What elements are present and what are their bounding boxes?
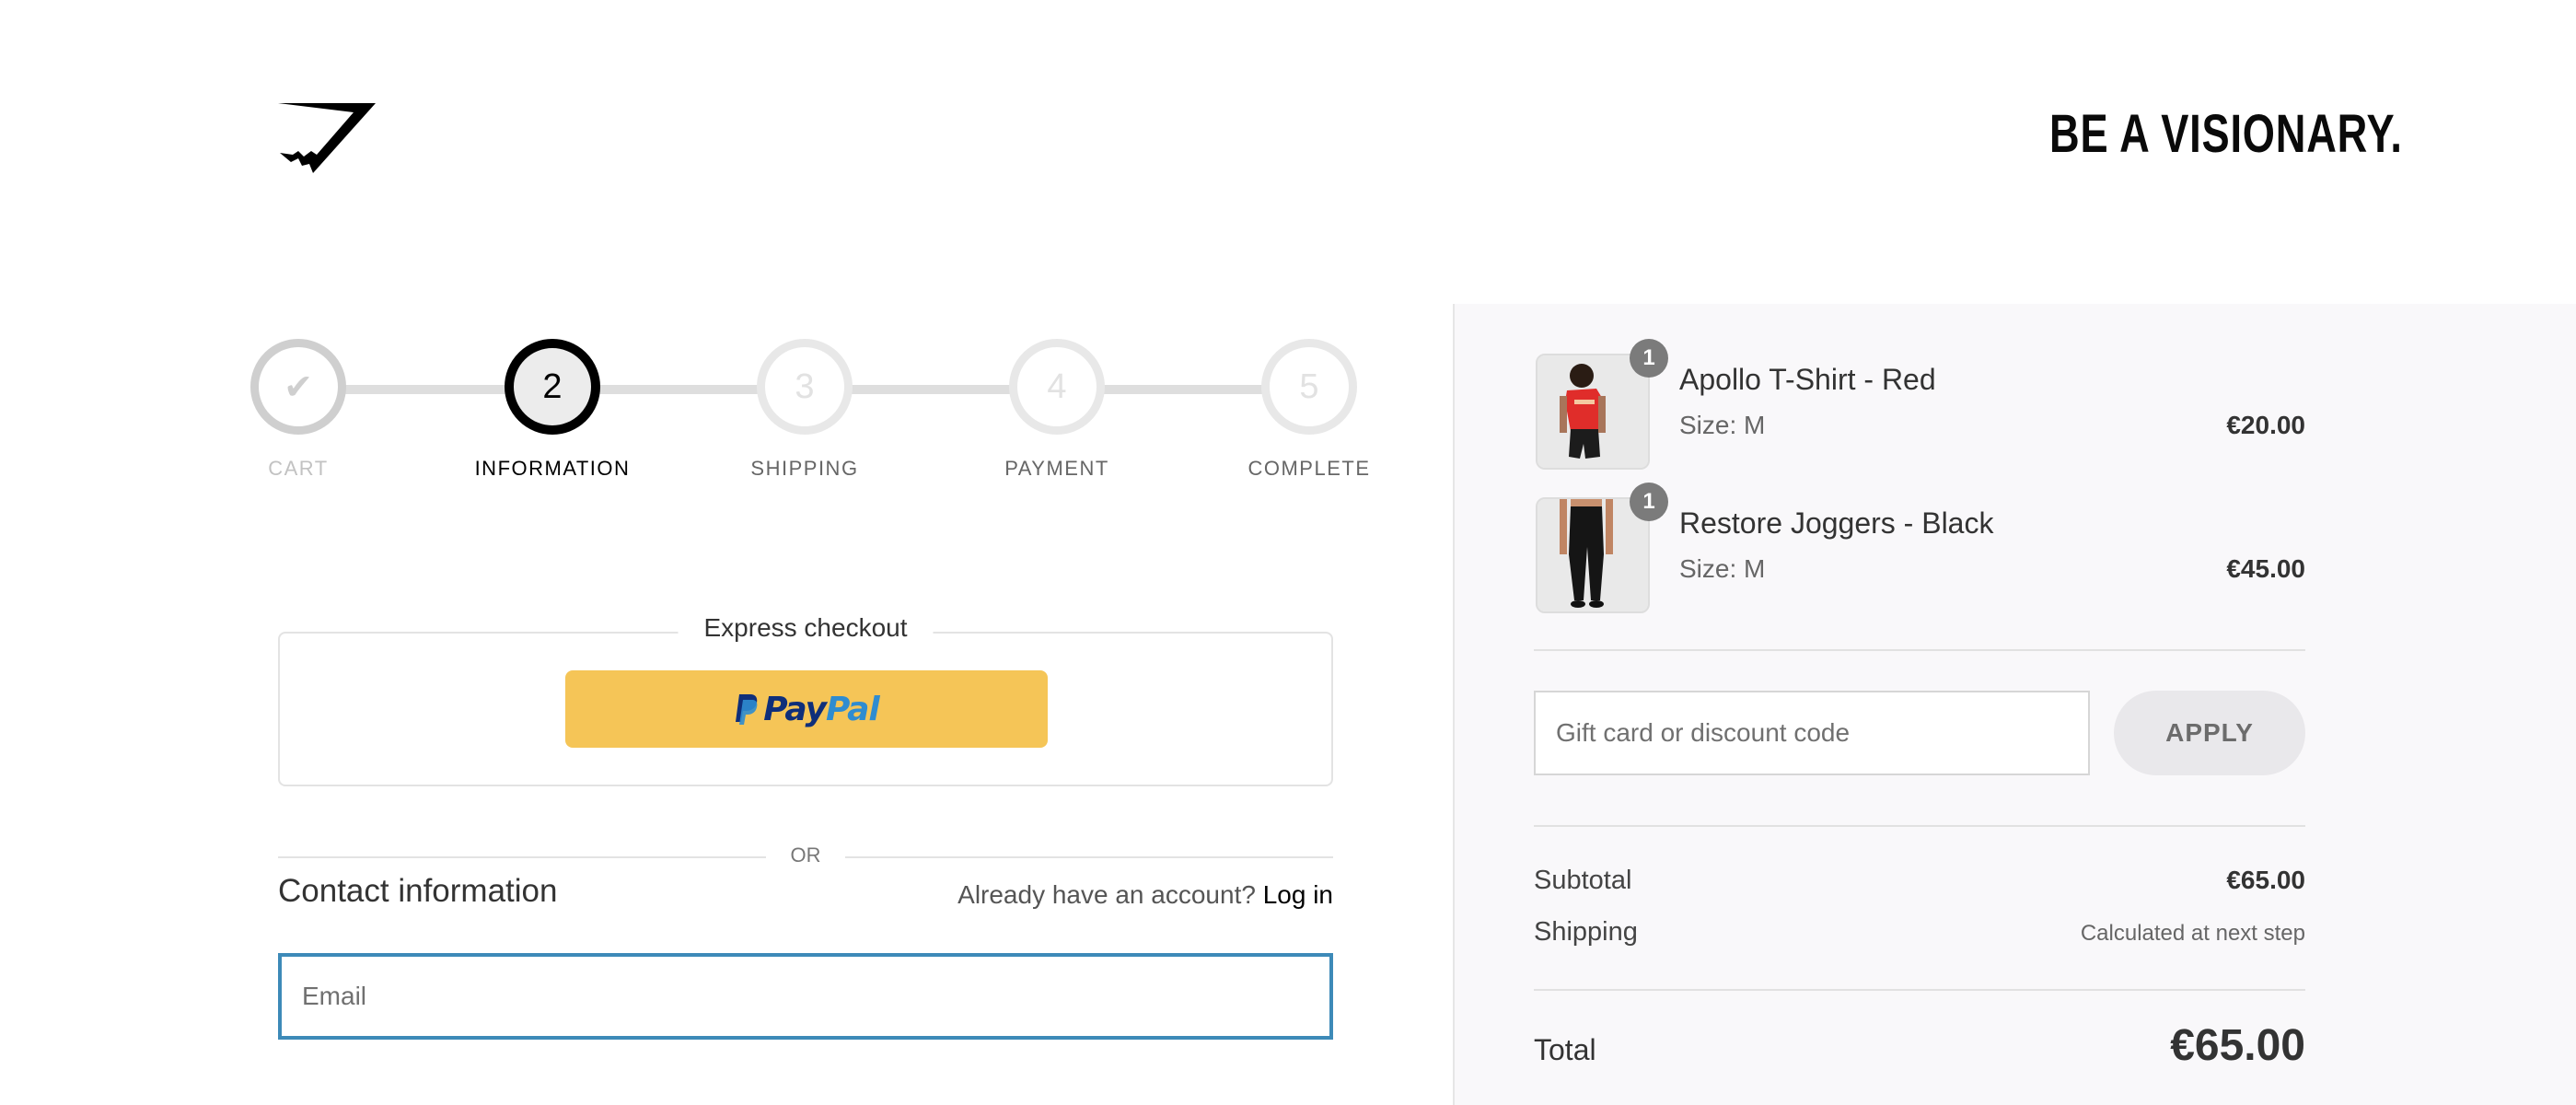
- item-price: €20.00: [2226, 411, 2305, 439]
- contact-information-heading: Contact information: [278, 873, 558, 909]
- apply-discount-button[interactable]: APPLY: [2114, 691, 2305, 775]
- step-label: SHIPPING: [750, 457, 859, 480]
- product-image-tshirt: [1536, 354, 1650, 470]
- cart-item: 1 Apollo T-Shirt - Red Size: M €20.00: [1536, 339, 2305, 471]
- login-prompt-text: Already have an account?: [957, 880, 1256, 909]
- step-payment: 4 PAYMENT: [965, 339, 1149, 481]
- summary-divider: [1534, 989, 2305, 991]
- step-label: PAYMENT: [1004, 457, 1109, 480]
- total-label: Total: [1534, 1033, 1596, 1066]
- step-number: 2: [505, 339, 600, 435]
- item-name: Apollo T-Shirt - Red: [1679, 363, 1936, 396]
- paypal-button[interactable]: PayPal: [565, 670, 1048, 748]
- or-label: OR: [790, 843, 821, 867]
- step-number: 4: [1009, 339, 1105, 435]
- step-shipping: 3 SHIPPING: [713, 339, 897, 481]
- or-divider: OR: [278, 843, 1333, 871]
- step-number: 5: [1261, 339, 1357, 435]
- item-size: Size: M: [1679, 554, 1766, 583]
- step-information: 2 INFORMATION: [460, 339, 644, 481]
- log-in-link[interactable]: Log in: [1263, 880, 1333, 909]
- step-label: INFORMATION: [474, 457, 631, 480]
- divider-line-left: [278, 856, 766, 858]
- subtotal-label: Subtotal: [1534, 866, 1632, 895]
- step-number: 3: [757, 339, 853, 435]
- summary-divider: [1534, 649, 2305, 651]
- discount-code-input[interactable]: [1534, 691, 2090, 775]
- item-price: €45.00: [2226, 554, 2305, 583]
- email-input[interactable]: [278, 953, 1333, 1040]
- total-value: €65.00: [2170, 1021, 2305, 1070]
- paypal-word-pay: Pay: [763, 690, 827, 728]
- cart-item: 1 Restore Joggers - Black Size: M €45.00: [1536, 483, 2305, 615]
- shipping-row: Shipping Calculated at next step: [1534, 917, 2305, 948]
- divider-line-right: [845, 856, 1333, 858]
- subtotal-value: €65.00: [2226, 866, 2305, 894]
- paypal-word-pal: Pal: [826, 690, 880, 728]
- subtotal-row: Subtotal €65.00: [1534, 866, 2305, 896]
- quantity-badge: 1: [1630, 483, 1668, 521]
- item-name: Restore Joggers - Black: [1679, 506, 1994, 540]
- step-label: CART: [268, 457, 329, 480]
- shipping-label: Shipping: [1534, 917, 1638, 947]
- login-prompt: Already have an account? Log in: [957, 880, 1333, 910]
- product-image-joggers: [1536, 497, 1650, 613]
- step-label: COMPLETE: [1247, 457, 1371, 480]
- brand-tagline: BE A VISIONARY.: [2049, 104, 2403, 164]
- item-size: Size: M: [1679, 411, 1766, 439]
- summary-divider: [1534, 825, 2305, 827]
- shark-logo-icon[interactable]: [276, 99, 377, 175]
- express-checkout-title: Express checkout: [678, 613, 934, 643]
- quantity-badge: 1: [1630, 339, 1668, 378]
- paypal-p-icon: [734, 692, 758, 726]
- step-cart[interactable]: ✔ CART: [206, 339, 390, 481]
- express-checkout-box: Express checkout PayPal: [278, 613, 1333, 786]
- check-icon: ✔: [250, 339, 346, 435]
- shipping-value: Calculated at next step: [2080, 921, 2305, 946]
- step-complete: 5 COMPLETE: [1217, 339, 1401, 481]
- paypal-logo: PayPal: [734, 690, 880, 728]
- total-row: Total €65.00: [1534, 1020, 2305, 1071]
- checkout-progress-steps: ✔ CART 2 INFORMATION 3 SHIPPING 4 PAYMEN…: [250, 339, 1369, 486]
